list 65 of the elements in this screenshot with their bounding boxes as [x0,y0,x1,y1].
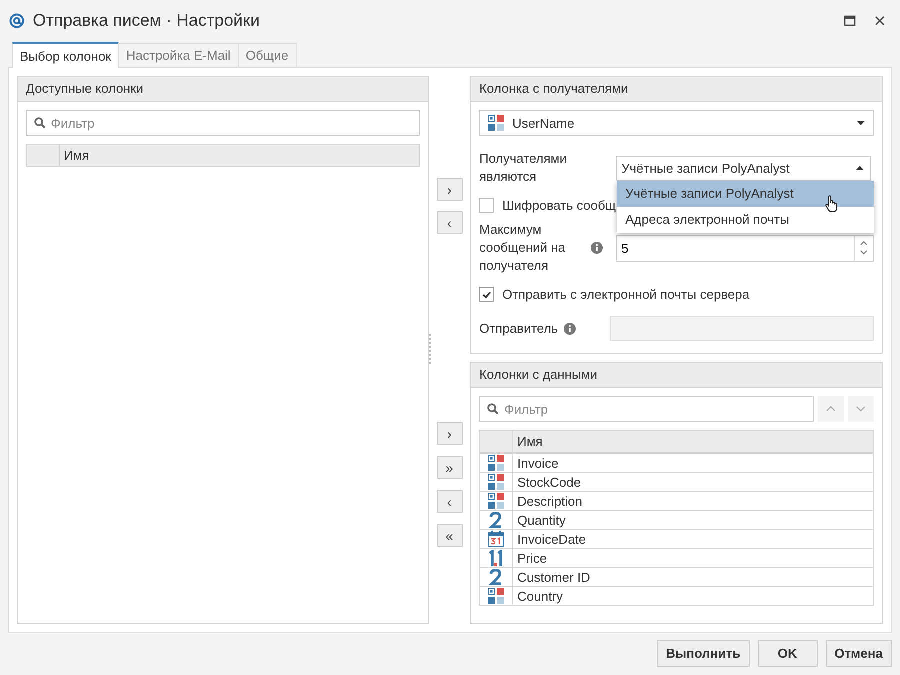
search-icon [487,403,500,416]
column-header: Имя [63,147,90,165]
column-header: Имя [516,433,543,452]
tab[interactable]: Выбор колонок [12,42,120,68]
checkbox-label: Отправить с электронной почты сервера [502,287,750,302]
tab[interactable]: Общие [238,43,297,67]
search-field[interactable]: Фильтр [26,110,420,136]
move-down-button[interactable] [848,396,874,422]
move-button[interactable]: » [436,456,463,479]
table-cell-text: Country [516,588,564,604]
maximize-icon[interactable] [844,15,856,27]
integer-type-icon [489,512,504,529]
dialog-button[interactable]: Выполнить [657,640,750,667]
dropdown-option[interactable]: Адреса электронной почты [617,207,874,233]
table-cell-text: Description [516,494,583,509]
recipients-dropdown[interactable]: Учётные записи PolyAnalyst [616,156,872,180]
decimal-type-icon [488,550,504,567]
panel-header: Колонка с получателями [471,77,882,102]
table-cell-text: Customer ID [516,570,590,585]
search-icon [34,117,46,129]
checkbox-label: Шифровать сообщ [502,198,616,213]
table-cell-text: Quantity [516,512,566,528]
move-button[interactable]: ‹ [436,211,463,234]
dropdown-option[interactable]: Учётные записи PolyAnalyst [617,181,874,207]
info-icon [591,242,604,254]
integer-type-icon [489,568,504,586]
move-button[interactable]: « [436,524,463,547]
field-label: Максимум сообщений на получателя [479,221,567,275]
info-icon [564,322,576,334]
checkbox[interactable] [479,198,494,213]
dialog-button[interactable]: Отмена [826,640,892,667]
dropdown-caret-icon [856,166,864,170]
text-type-icon [488,474,504,490]
search-field[interactable]: Фильтр [479,396,814,422]
text-type-icon [488,455,504,472]
checkbox[interactable] [479,287,494,302]
check-icon [482,290,492,300]
move-up-button[interactable] [818,396,844,422]
table-cell-text: StockCode [516,474,582,490]
dialog-button[interactable]: OK [758,640,818,667]
text-type-icon [488,115,504,131]
panel-header: Доступные колонки [18,77,428,102]
field-label: Получателями являются [479,150,568,186]
move-button[interactable]: ‹ [436,490,463,513]
move-button[interactable]: › [436,178,463,201]
hand-cursor-icon [825,195,840,213]
table-cell-text: InvoiceDate [516,532,586,547]
move-button[interactable]: › [436,422,463,445]
close-icon[interactable] [874,15,886,27]
tab[interactable]: Настройка E-Mail [119,43,239,67]
text-type-icon [488,588,504,604]
chevron-up-icon [826,406,836,412]
at-sign-icon [9,13,25,29]
panel-header: Колонки с данными [471,363,882,388]
number-field[interactable]: 5 [616,234,874,262]
calendar-icon [488,531,504,548]
dropdown-caret-icon [857,120,865,126]
column-dropdown[interactable]: UserName [479,110,874,136]
field-label: Отправитель [479,320,558,338]
splitter-handle[interactable] [428,334,433,364]
table-cell-text: Invoice [516,456,559,471]
chevron-down-icon [856,406,866,412]
table-cell-text: Price [516,550,548,566]
window-title: Отправка писем · Настройки [33,11,261,31]
text-type-icon [488,493,504,510]
